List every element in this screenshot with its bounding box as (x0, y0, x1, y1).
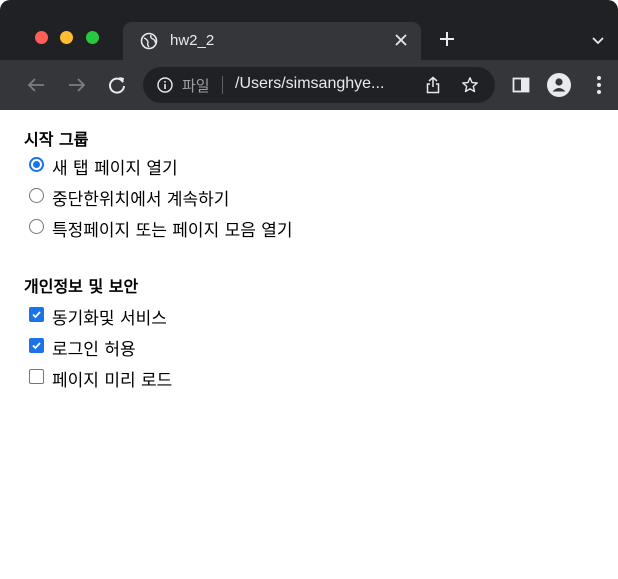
bookmark-star-icon[interactable] (461, 76, 479, 94)
checkmark-icon (32, 311, 41, 319)
option-label: 페이지 미리 로드 (52, 371, 173, 391)
zoom-window-button[interactable] (86, 31, 99, 44)
page-content: 시작 그룹 새 탭 페이지 열기 중단한위치에서 계속하기 특정페이지 또는 페… (0, 110, 618, 579)
side-panel-icon[interactable] (512, 76, 530, 94)
share-icon[interactable] (425, 76, 441, 94)
omnibox-divider (222, 76, 223, 94)
person-icon (552, 78, 566, 92)
radio-new-tab[interactable] (29, 157, 44, 172)
reload-icon[interactable] (106, 74, 128, 96)
radio-specific-pages[interactable] (29, 219, 44, 234)
forward-arrow-icon[interactable] (66, 74, 88, 96)
browser-toolbar: 파일 /Users/simsanghye... (0, 60, 618, 110)
info-icon[interactable] (157, 77, 173, 93)
profile-avatar[interactable] (547, 73, 571, 97)
radio-continue[interactable] (29, 188, 44, 203)
close-window-button[interactable] (35, 31, 48, 44)
checkbox-preload[interactable] (29, 369, 44, 384)
option-label: 특정페이지 또는 페이지 모음 열기 (52, 221, 293, 241)
url-text[interactable]: /Users/simsanghye... (235, 75, 384, 93)
checkbox-login[interactable] (29, 338, 44, 353)
checkmark-icon (32, 342, 41, 350)
privacy-section-heading: 개인정보 및 보안 (24, 277, 139, 296)
chevron-down-icon[interactable] (591, 36, 605, 46)
browser-window: hw2_2 파일 /Users/simsanghye... 시작 그룹 새 탭 … (0, 0, 618, 579)
checkbox-sync[interactable] (29, 307, 44, 322)
globe-icon (140, 32, 158, 50)
option-label: 동기화및 서비스 (52, 309, 167, 329)
startup-section-heading: 시작 그룹 (24, 130, 89, 149)
close-tab-icon[interactable] (393, 32, 409, 48)
tab-title: hw2_2 (170, 32, 215, 49)
option-label: 로그인 허용 (52, 340, 136, 360)
option-label: 중단한위치에서 계속하기 (52, 190, 230, 210)
new-tab-icon[interactable] (438, 30, 456, 48)
minimize-window-button[interactable] (60, 31, 73, 44)
back-arrow-icon[interactable] (25, 74, 47, 96)
more-menu-icon[interactable] (596, 75, 602, 95)
tab-active[interactable]: hw2_2 (123, 22, 421, 60)
url-scheme-label: 파일 (182, 77, 210, 95)
tab-strip: hw2_2 (0, 0, 618, 60)
option-label: 새 탭 페이지 열기 (52, 159, 178, 179)
address-bar[interactable]: 파일 /Users/simsanghye... (143, 67, 495, 103)
